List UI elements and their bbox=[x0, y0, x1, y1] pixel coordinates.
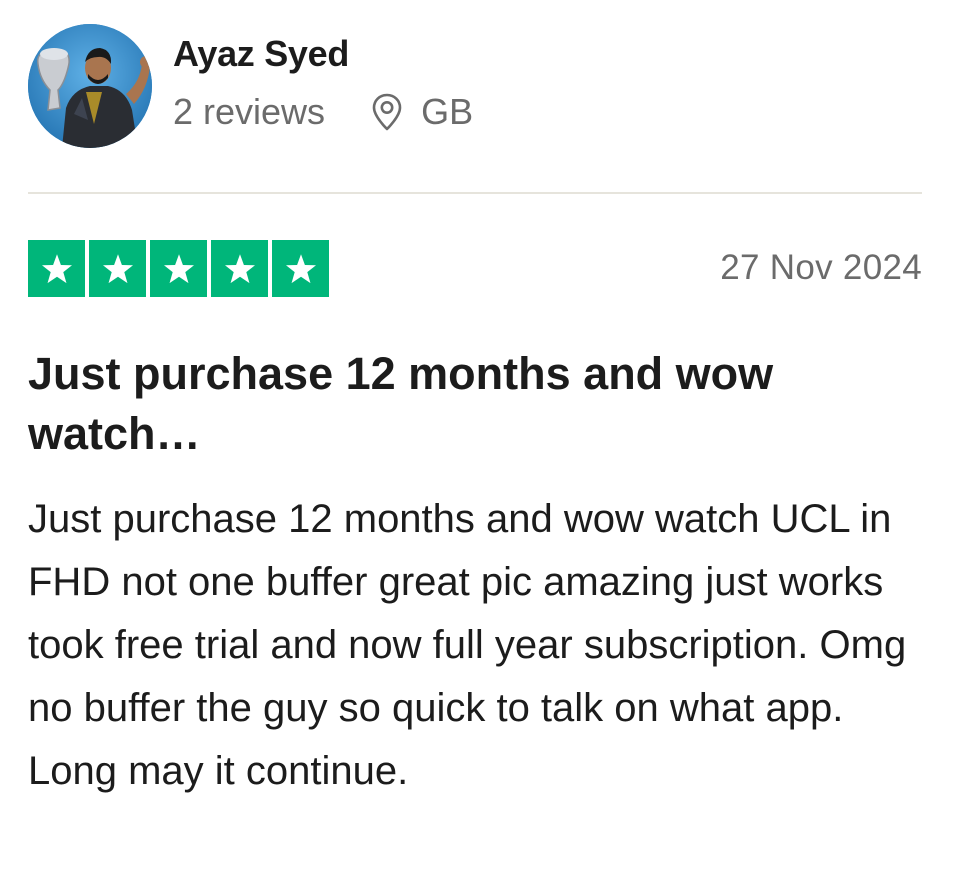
star-icon bbox=[28, 240, 85, 297]
star-icon bbox=[150, 240, 207, 297]
review-body: Just purchase 12 months and wow watch UC… bbox=[28, 497, 907, 793]
review-date: 27 Nov 2024 bbox=[720, 248, 922, 287]
reviews-count: 2 reviews bbox=[173, 91, 326, 132]
star-icon bbox=[211, 240, 268, 297]
star-rating bbox=[28, 240, 329, 297]
rating-row: 27 Nov 2024 bbox=[28, 240, 922, 298]
header-divider bbox=[28, 192, 922, 194]
map-pin-icon bbox=[371, 92, 403, 132]
star-icon bbox=[89, 240, 146, 297]
reviewer-meta: 2 reviews GB bbox=[173, 92, 473, 132]
avatar-photo bbox=[28, 24, 152, 148]
reviewer-info: Ayaz Syed 2 reviews GB bbox=[173, 34, 473, 132]
reviewer-avatar[interactable] bbox=[28, 24, 152, 148]
reviewer-header: Ayaz Syed 2 reviews GB bbox=[28, 24, 473, 148]
review-title[interactable]: Just purchase 12 months and wow watch… bbox=[28, 344, 908, 464]
reviewer-country: GB bbox=[421, 91, 474, 132]
reviewer-name[interactable]: Ayaz Syed bbox=[173, 34, 473, 74]
review-card: Ayaz Syed 2 reviews GB 27 Nov 2024 Just … bbox=[0, 0, 955, 889]
star-icon bbox=[272, 240, 329, 297]
